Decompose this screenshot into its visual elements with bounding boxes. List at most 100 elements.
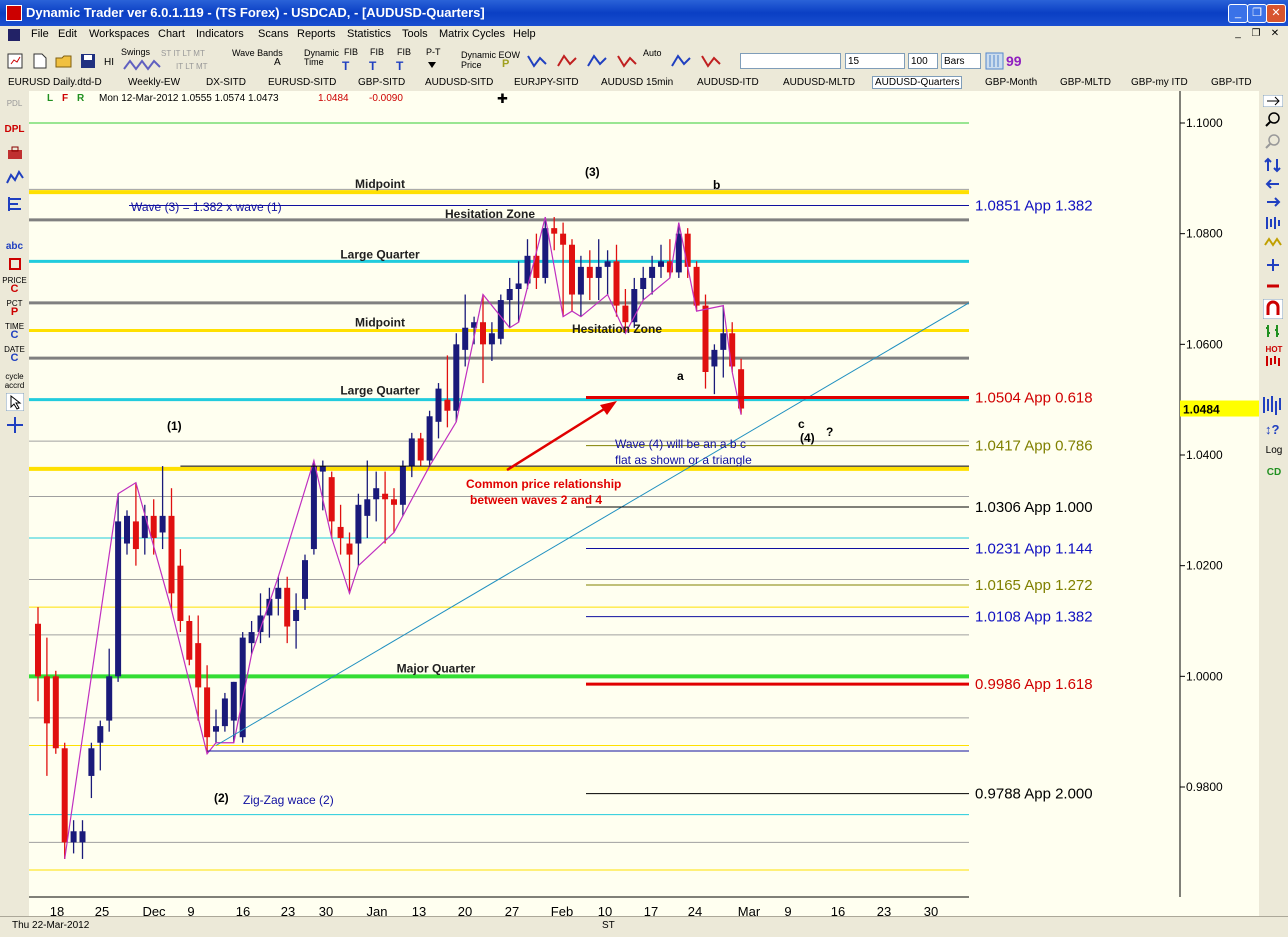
price-p-icon[interactable]: P — [502, 59, 509, 70]
dynamic-price-label[interactable]: Price — [461, 61, 482, 70]
count-input[interactable]: 100 — [908, 53, 938, 69]
menu-file[interactable]: File — [31, 28, 49, 40]
wave-count-icon[interactable] — [6, 169, 24, 187]
candle-body — [426, 416, 433, 461]
pointer-icon[interactable] — [6, 393, 24, 411]
candle-view-icon[interactable] — [1261, 393, 1285, 417]
tab-eurusd-daily[interactable]: EURUSD Daily.dtd-D — [8, 77, 102, 88]
pct-tool[interactable]: P — [1, 307, 28, 318]
open-folder-icon[interactable] — [54, 52, 74, 70]
mdi-restore-button[interactable]: ❐ — [1249, 27, 1263, 41]
candle-body — [132, 521, 139, 550]
rectangle-tool-icon[interactable] — [9, 258, 21, 270]
tab-audusd-sitd[interactable]: AUDUSD-SITD — [425, 77, 493, 88]
wave-tools-icons[interactable] — [526, 52, 726, 72]
tab-audusd-quarters[interactable]: AUDUSD-Quarters — [872, 76, 963, 89]
cycle-tool-label[interactable]: cycle — [1, 372, 28, 381]
chart-area[interactable]: L F R Mon 12-Mar-2012 1.0555 1.0574 1.04… — [29, 91, 1259, 916]
tab-eurusd-sitd[interactable]: EURUSD-SITD — [268, 77, 336, 88]
menu-matrix-cycles[interactable]: Matrix Cycles — [439, 28, 505, 40]
minimize-button[interactable]: _ — [1228, 4, 1248, 23]
menu-tools[interactable]: Tools — [402, 28, 428, 40]
tab-audusd-mltd[interactable]: AUDUSD-MLTD — [783, 77, 855, 88]
tab-gbp-my-itd[interactable]: GBP-my ITD — [1131, 77, 1188, 88]
close-button[interactable]: ✕ — [1266, 4, 1286, 23]
menu-workspaces[interactable]: Workspaces — [89, 28, 149, 40]
crosshair-tool-icon[interactable] — [5, 415, 25, 435]
minus-icon[interactable] — [1265, 279, 1281, 293]
swings-icon[interactable] — [122, 57, 162, 73]
menu-help[interactable]: Help — [513, 28, 536, 40]
help-icon[interactable]: ↕? — [1263, 421, 1283, 437]
wave-a-button[interactable]: A — [274, 58, 281, 68]
symbol-combo[interactable] — [740, 53, 841, 69]
tab-gbp-month[interactable]: GBP-Month — [985, 77, 1037, 88]
dynamic-eow-label[interactable]: Dynamic EOW — [461, 51, 520, 60]
tab-gbp-sitd[interactable]: GBP-SITD — [358, 77, 405, 88]
mdi-minimize-button[interactable]: _ — [1231, 27, 1245, 41]
expand-vertical-icon[interactable] — [1263, 157, 1283, 173]
bars-combo[interactable]: Bars — [941, 53, 981, 69]
arrow-right-icon[interactable] — [1263, 195, 1283, 209]
wave-view-icon[interactable] — [1263, 235, 1283, 249]
time-tool[interactable]: C — [1, 330, 28, 341]
swings-label[interactable]: Swings — [121, 48, 150, 57]
cycles-icon[interactable]: 99 — [1005, 52, 1025, 70]
grid-toggle-icon[interactable] — [985, 52, 1005, 70]
toolbox-icon[interactable] — [7, 146, 23, 160]
tab-audusd-15min[interactable]: AUDUSD 15min — [601, 77, 673, 88]
tab-audusd-itd[interactable]: AUDUSD-ITD — [697, 77, 759, 88]
menu-chart[interactable]: Chart — [158, 28, 185, 40]
swings-levels[interactable]: ST IT LT MT — [161, 49, 205, 58]
tab-eurjpy-sitd[interactable]: EURJPY-SITD — [514, 77, 579, 88]
magnet-icon[interactable] — [1263, 299, 1283, 319]
compress-icon[interactable] — [1263, 215, 1283, 231]
menu-statistics[interactable]: Statistics — [347, 28, 391, 40]
hi-button[interactable]: HI — [104, 58, 114, 68]
fib-tool-icon[interactable] — [6, 195, 24, 213]
dpl-tool[interactable]: DPL — [1, 125, 28, 135]
pdl-label[interactable]: PDL — [1, 99, 28, 108]
maximize-button[interactable]: ❐ — [1247, 4, 1267, 23]
candle-body — [337, 526, 344, 538]
new-chart-icon[interactable] — [6, 52, 26, 70]
price-tool[interactable]: C — [1, 284, 28, 295]
date-tool[interactable]: C — [1, 353, 28, 364]
candle-body — [435, 388, 442, 422]
tab-dx-sitd[interactable]: DX-SITD — [206, 77, 246, 88]
hot-button[interactable]: HOT — [1261, 345, 1287, 354]
fib-time-icons[interactable]: T T T — [342, 58, 452, 72]
accrd-tool-label[interactable]: accrd — [1, 381, 28, 390]
x-tick-label: 13 — [412, 904, 426, 916]
mdi-close-button[interactable]: ✕ — [1268, 27, 1282, 41]
scroll-left-icon[interactable] — [1263, 95, 1283, 107]
zoom-out-icon[interactable] — [1264, 133, 1282, 151]
tab-gbp-mltd[interactable]: GBP-MLTD — [1060, 77, 1111, 88]
bars-view-icon[interactable] — [1263, 323, 1283, 339]
fib-time-2-button[interactable]: FIB — [370, 48, 384, 57]
fib-time-3-button[interactable]: FIB — [397, 48, 411, 57]
log-scale-toggle[interactable]: Log — [1261, 445, 1287, 456]
hot-bars-icon[interactable] — [1263, 355, 1283, 367]
dynamic-time-button[interactable]: Dynamic Time — [304, 49, 340, 67]
new-document-icon[interactable] — [30, 52, 50, 70]
svg-text:↕?: ↕? — [1265, 422, 1280, 437]
arrow-left-icon[interactable] — [1263, 177, 1283, 191]
cd-toggle[interactable]: CD — [1261, 467, 1287, 478]
tab-gbp-itd[interactable]: GBP-ITD — [1211, 77, 1252, 88]
menu-reports[interactable]: Reports — [297, 28, 336, 40]
y-tick-label: 1.0000 — [1186, 669, 1223, 683]
pt-button[interactable]: P-T — [426, 48, 441, 57]
fib-time-1-button[interactable]: FIB — [344, 48, 358, 57]
menu-indicators[interactable]: Indicators — [196, 28, 244, 40]
swings-levels-2[interactable]: IT LT MT — [176, 62, 208, 71]
menu-scans[interactable]: Scans — [258, 28, 289, 40]
menu-edit[interactable]: Edit — [58, 28, 77, 40]
price-chart[interactable]: 1.0851 App 1.382 1.0504 App 0.618 1.0417 A… — [29, 91, 1259, 916]
zoom-in-icon[interactable] — [1264, 111, 1282, 129]
period-combo[interactable]: 15 — [845, 53, 905, 69]
abc-tool[interactable]: abc — [1, 242, 28, 252]
tab-weekly-ew[interactable]: Weekly-EW — [128, 77, 180, 88]
plus-icon[interactable] — [1265, 257, 1281, 273]
save-icon[interactable] — [78, 52, 98, 70]
